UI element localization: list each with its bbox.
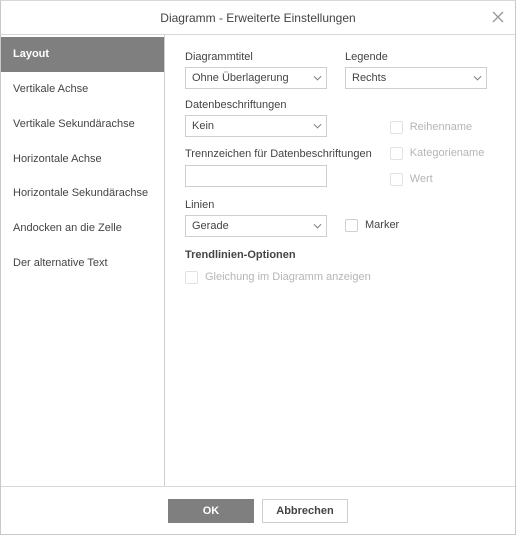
value-label: Wert xyxy=(410,173,433,185)
chart-title-select[interactable]: Ohne Überlagerung xyxy=(185,67,327,89)
marker-label: Marker xyxy=(365,219,399,231)
tab-horizontal-secondary-axis[interactable]: Horizontale Sekundärachse xyxy=(1,176,164,211)
chevron-down-icon xyxy=(313,122,322,131)
content-layout: Diagrammtitel Ohne Überlagerung Legende … xyxy=(165,35,515,486)
data-labels-select[interactable]: Kein xyxy=(185,115,327,137)
series-name-checkbox: Reihenname xyxy=(390,117,485,137)
tab-cell-snapping[interactable]: Andocken an die Zelle xyxy=(1,211,164,246)
tab-vertical-secondary-axis[interactable]: Vertikale Sekundärachse xyxy=(1,107,164,142)
chevron-down-icon xyxy=(473,74,482,83)
separator-input[interactable] xyxy=(185,165,327,187)
sidebar: Layout Vertikale Achse Vertikale Sekundä… xyxy=(1,35,165,486)
tab-horizontal-axis[interactable]: Horizontale Achse xyxy=(1,142,164,177)
footer: OK Abbrechen xyxy=(1,486,515,534)
checkbox-icon xyxy=(345,219,358,232)
lines-value: Gerade xyxy=(192,220,229,232)
legend-label: Legende xyxy=(345,51,487,63)
close-button[interactable] xyxy=(489,9,507,27)
lines-label: Linien xyxy=(185,199,327,211)
checkbox-icon xyxy=(390,173,403,186)
trendlines-title: Trendlinien-Optionen xyxy=(185,249,499,261)
lines-select[interactable]: Gerade xyxy=(185,215,327,237)
checkbox-icon xyxy=(185,271,198,284)
series-name-label: Reihenname xyxy=(410,121,472,133)
category-name-label: Kategoriename xyxy=(410,147,485,159)
marker-checkbox[interactable]: Marker xyxy=(345,215,399,235)
close-icon xyxy=(492,11,504,26)
tab-layout[interactable]: Layout xyxy=(1,37,164,72)
chart-advanced-settings-dialog: Diagramm - Erweiterte Einstellungen Layo… xyxy=(0,0,516,535)
data-labels-label: Datenbeschriftungen xyxy=(185,99,372,111)
chevron-down-icon xyxy=(313,74,322,83)
tab-alt-text[interactable]: Der alternative Text xyxy=(1,246,164,281)
dialog-title: Diagramm - Erweiterte Einstellungen xyxy=(160,11,355,25)
checkbox-icon xyxy=(390,121,403,134)
category-name-checkbox: Kategoriename xyxy=(390,143,485,163)
show-equation-label: Gleichung im Diagramm anzeigen xyxy=(205,271,371,283)
ok-button[interactable]: OK xyxy=(168,499,254,523)
legend-select[interactable]: Rechts xyxy=(345,67,487,89)
dialog-body: Layout Vertikale Achse Vertikale Sekundä… xyxy=(1,35,515,486)
data-labels-value: Kein xyxy=(192,120,214,132)
checkbox-icon xyxy=(390,147,403,160)
chart-title-label: Diagrammtitel xyxy=(185,51,327,63)
titlebar: Diagramm - Erweiterte Einstellungen xyxy=(1,1,515,35)
tab-vertical-axis[interactable]: Vertikale Achse xyxy=(1,72,164,107)
value-checkbox: Wert xyxy=(390,169,485,189)
legend-value: Rechts xyxy=(352,72,386,84)
separator-label: Trennzeichen für Datenbeschriftungen xyxy=(185,147,372,161)
chevron-down-icon xyxy=(313,222,322,231)
show-equation-checkbox: Gleichung im Diagramm anzeigen xyxy=(185,267,499,287)
chart-title-value: Ohne Überlagerung xyxy=(192,72,289,84)
cancel-button[interactable]: Abbrechen xyxy=(262,499,348,523)
